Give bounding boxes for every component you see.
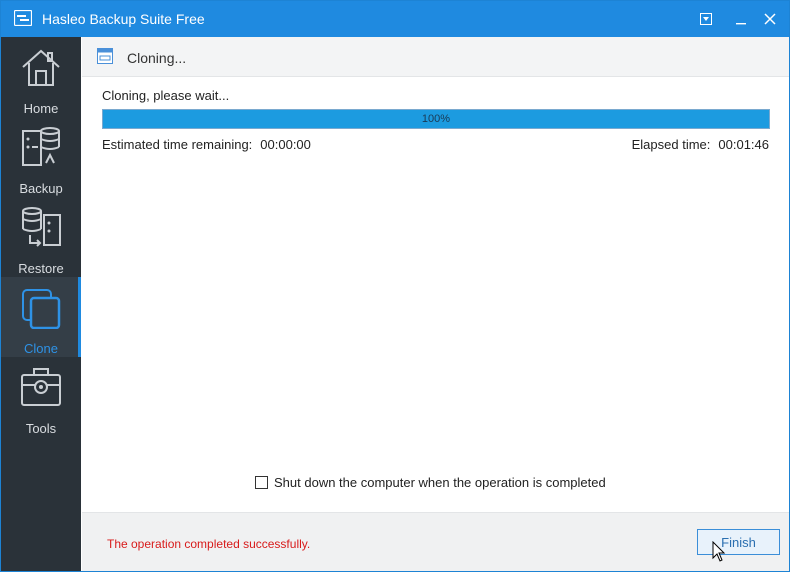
elapsed-time-value: 00:01:46 bbox=[718, 137, 769, 152]
sidebar-item-backup[interactable]: Backup bbox=[1, 117, 81, 197]
app-logo-icon bbox=[13, 9, 33, 27]
active-indicator bbox=[78, 277, 81, 357]
finish-button[interactable]: Finish bbox=[697, 529, 780, 555]
sidebar-item-clone[interactable]: Clone bbox=[1, 277, 81, 357]
result-message: The operation completed successfully. bbox=[107, 537, 311, 551]
sidebar: Home Backup Restore Clone Tools bbox=[1, 37, 81, 571]
app-window: Hasleo Backup Suite Free Home Backup Res… bbox=[0, 0, 790, 572]
sidebar-item-tools[interactable]: Tools bbox=[1, 357, 81, 437]
window-title: Hasleo Backup Suite Free bbox=[42, 11, 205, 27]
progress-bar: 100% bbox=[102, 109, 770, 129]
shutdown-label: Shut down the computer when the operatio… bbox=[274, 475, 606, 490]
page-header: Cloning... bbox=[82, 37, 789, 77]
close-icon bbox=[764, 13, 776, 25]
minimize-button[interactable] bbox=[728, 7, 754, 31]
estimated-time-value: 00:00:00 bbox=[260, 137, 311, 152]
home-icon bbox=[22, 49, 60, 86]
sidebar-item-home[interactable]: Home bbox=[1, 37, 81, 117]
sidebar-item-label: Home bbox=[23, 101, 59, 116]
elapsed-time-label: Elapsed time: bbox=[631, 137, 711, 152]
shutdown-option[interactable]: Shut down the computer when the operatio… bbox=[255, 475, 606, 490]
title-bar: Hasleo Backup Suite Free bbox=[1, 1, 789, 37]
close-button[interactable] bbox=[757, 7, 783, 31]
status-text: Cloning, please wait... bbox=[102, 88, 230, 103]
minimize-icon bbox=[736, 23, 746, 25]
mouse-cursor-icon bbox=[712, 540, 726, 566]
sidebar-item-label: Backup bbox=[19, 181, 63, 196]
menu-dropdown-button[interactable] bbox=[693, 7, 719, 31]
sidebar-item-label: Restore bbox=[18, 261, 64, 276]
sidebar-item-label: Clone bbox=[24, 341, 58, 356]
footer-bar: The operation completed successfully. Fi… bbox=[82, 512, 789, 571]
sidebar-item-restore[interactable]: Restore bbox=[1, 197, 81, 277]
shutdown-checkbox[interactable] bbox=[255, 476, 268, 489]
sidebar-item-label: Tools bbox=[25, 421, 57, 436]
tools-icon bbox=[21, 368, 61, 406]
clone-icon bbox=[22, 289, 61, 329]
estimated-time: Estimated time remaining: 00:00:00 bbox=[102, 137, 311, 152]
clone-page-icon bbox=[97, 48, 113, 67]
progress-percent: 100% bbox=[421, 113, 451, 125]
estimated-time-label: Estimated time remaining: bbox=[102, 137, 253, 152]
dropdown-icon bbox=[700, 13, 712, 25]
restore-icon bbox=[22, 207, 61, 247]
elapsed-time: Elapsed time: 00:01:46 bbox=[632, 137, 769, 152]
page-title: Cloning... bbox=[127, 50, 187, 66]
backup-icon bbox=[22, 127, 60, 166]
